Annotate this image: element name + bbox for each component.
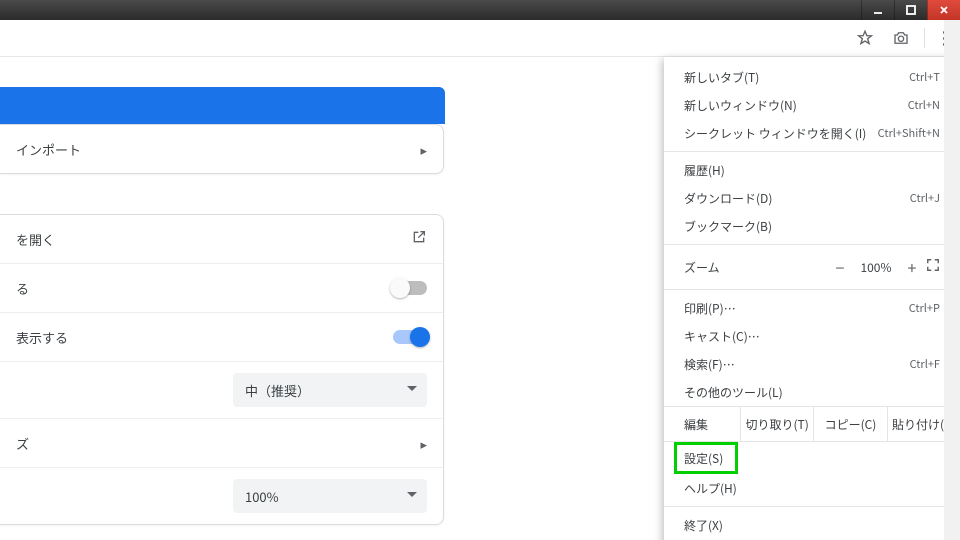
menu-new-window[interactable]: 新しいウィンドウ(N) Ctrl+N	[664, 91, 960, 119]
chevron-right-icon: ▸	[420, 434, 427, 453]
toggle-off[interactable]	[393, 281, 427, 295]
menu-find-shortcut: Ctrl+F	[910, 356, 940, 372]
window-close-button[interactable]	[927, 0, 960, 20]
menu-incognito[interactable]: シークレット ウィンドウを開く(I) Ctrl+Shift+N	[664, 119, 960, 147]
settings-header-banner	[0, 87, 445, 124]
toggle2-label: 表示する	[16, 328, 68, 347]
import-row-label: インポート	[16, 140, 81, 159]
zoom-plus-button[interactable]: +	[898, 255, 926, 279]
menu-more-tools[interactable]: その他のツール(L)	[664, 378, 960, 406]
menu-incognito-shortcut: Ctrl+Shift+N	[878, 125, 940, 141]
menu-zoom-row: ズーム − 100% +	[664, 249, 960, 285]
menu-help[interactable]: ヘルプ(H)	[664, 474, 960, 502]
page-zoom-select[interactable]: 100%	[233, 479, 427, 513]
window-maximize-button[interactable]	[894, 0, 927, 20]
window-titlebar	[0, 0, 960, 20]
toggle1-row: る	[0, 263, 443, 312]
menu-cast[interactable]: キャスト(C)…	[664, 322, 960, 350]
menu-new-window-shortcut: Ctrl+N	[908, 97, 940, 113]
font-size-select[interactable]: 中（推奨）	[233, 373, 427, 407]
menu-new-tab[interactable]: 新しいタブ(T) Ctrl+T	[664, 63, 960, 91]
menu-bookmarks[interactable]: ブックマーク(B)	[664, 212, 960, 240]
toggle-on[interactable]	[393, 330, 427, 344]
camera-icon[interactable]	[892, 29, 910, 47]
menu-help-label: ヘルプ(H)	[684, 480, 940, 497]
font-size-select-value: 中（推奨）	[245, 381, 310, 400]
menu-print-label: 印刷(P)…	[684, 300, 909, 317]
menu-settings[interactable]: 設定(S)	[676, 444, 736, 472]
zoom-select-row: 100%	[0, 467, 443, 524]
size-row[interactable]: ズ ▸	[0, 418, 443, 467]
menu-new-tab-shortcut: Ctrl+T	[909, 69, 940, 85]
menu-exit[interactable]: 終了(X)	[664, 511, 960, 539]
menu-print[interactable]: 印刷(P)… Ctrl+P	[664, 294, 960, 322]
bookmark-star-icon[interactable]	[856, 29, 874, 47]
font-select-row: 中（推奨）	[0, 361, 443, 418]
zoom-minus-button[interactable]: −	[826, 255, 854, 279]
zoom-value: 100%	[854, 259, 898, 276]
settings-card-import: インポート ▸	[0, 124, 444, 174]
vertical-scrollbar[interactable]	[944, 20, 960, 540]
page-content: インポート ▸ を開く る 表示する 中（推奨）	[0, 57, 960, 540]
menu-history[interactable]: 履歴(H)	[664, 156, 960, 184]
page-zoom-select-value: 100%	[245, 487, 279, 506]
menu-zoom-label: ズーム	[684, 259, 826, 276]
menu-separator	[664, 289, 960, 290]
toolbar-separator	[924, 28, 925, 48]
menu-new-window-label: 新しいウィンドウ(N)	[684, 97, 908, 114]
chevron-right-icon: ▸	[420, 140, 427, 159]
settings-card-appearance: を開く る 表示する 中（推奨） ズ ▸	[0, 214, 444, 525]
caret-down-icon	[407, 492, 417, 497]
window-minimize-button[interactable]	[861, 0, 894, 20]
import-row[interactable]: インポート ▸	[0, 125, 443, 173]
open-row[interactable]: を開く	[0, 215, 443, 263]
toggle1-label: る	[16, 279, 29, 298]
menu-edit-row: 編集 切り取り(T) コピー(C) 貼り付け(P)	[664, 406, 960, 442]
menu-new-tab-label: 新しいタブ(T)	[684, 69, 909, 86]
menu-downloads[interactable]: ダウンロード(D) Ctrl+J	[664, 184, 960, 212]
menu-separator	[664, 151, 960, 152]
menu-bookmarks-label: ブックマーク(B)	[684, 218, 940, 235]
fullscreen-icon[interactable]	[926, 258, 940, 276]
menu-settings-label: 設定(S)	[684, 450, 728, 467]
menu-separator	[664, 506, 960, 507]
menu-edit-cut[interactable]: 切り取り(T)	[741, 407, 814, 441]
menu-separator	[664, 244, 960, 245]
menu-downloads-shortcut: Ctrl+J	[910, 190, 940, 206]
caret-down-icon	[407, 386, 417, 391]
menu-incognito-label: シークレット ウィンドウを開く(I)	[684, 125, 878, 142]
menu-edit-label: 編集	[664, 407, 741, 441]
menu-edit-copy[interactable]: コピー(C)	[814, 407, 887, 441]
browser-toolbar	[0, 20, 960, 57]
toggle2-row: 表示する	[0, 312, 443, 361]
size-row-label: ズ	[16, 434, 29, 453]
menu-more-tools-label: その他のツール(L)	[684, 384, 940, 401]
menu-find[interactable]: 検索(F)… Ctrl+F	[664, 350, 960, 378]
menu-print-shortcut: Ctrl+P	[909, 300, 940, 316]
chrome-menu: 新しいタブ(T) Ctrl+T 新しいウィンドウ(N) Ctrl+N シークレッ…	[664, 57, 960, 540]
menu-find-label: 検索(F)…	[684, 356, 910, 373]
menu-downloads-label: ダウンロード(D)	[684, 190, 910, 207]
menu-exit-label: 終了(X)	[684, 517, 940, 534]
menu-cast-label: キャスト(C)…	[684, 328, 940, 345]
menu-history-label: 履歴(H)	[684, 162, 940, 179]
open-in-new-icon	[411, 229, 427, 249]
open-row-label: を開く	[16, 230, 55, 249]
